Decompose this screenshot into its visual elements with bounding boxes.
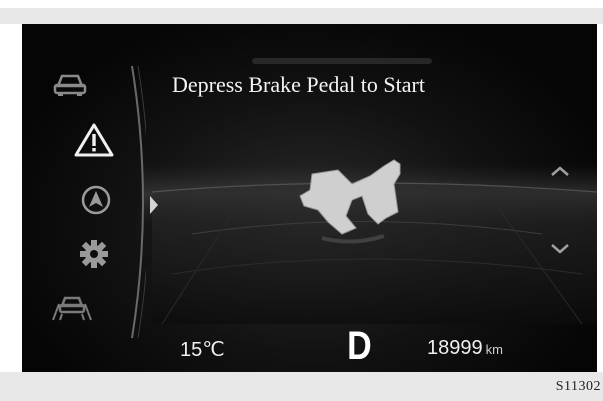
driver-assist-icon[interactable]: [50, 292, 94, 327]
settings-gear-icon[interactable]: [78, 238, 110, 275]
odometer-unit: km: [485, 342, 503, 357]
odometer: 18999 km: [427, 337, 503, 360]
outside-temperature: 15℃: [180, 339, 225, 361]
start-instruction-message: Depress Brake Pedal to Start: [172, 72, 425, 97]
bottom-frame-bar: [0, 372, 603, 401]
navigation-icon[interactable]: [80, 184, 112, 221]
chevron-up-icon[interactable]: [550, 164, 570, 182]
gear-indicator: D: [347, 324, 372, 368]
chevron-down-icon[interactable]: [550, 242, 570, 260]
top-frame-bar: [0, 8, 603, 24]
car-icon[interactable]: [52, 70, 88, 103]
warning-triangle-icon[interactable]: [74, 122, 114, 163]
figure-code: S11302: [555, 379, 601, 394]
menu-selection-pointer: [148, 194, 160, 221]
odometer-value: 18999: [427, 337, 483, 359]
instrument-cluster-display: Depress Brake Pedal to Start 15℃ D 18999…: [22, 24, 597, 372]
